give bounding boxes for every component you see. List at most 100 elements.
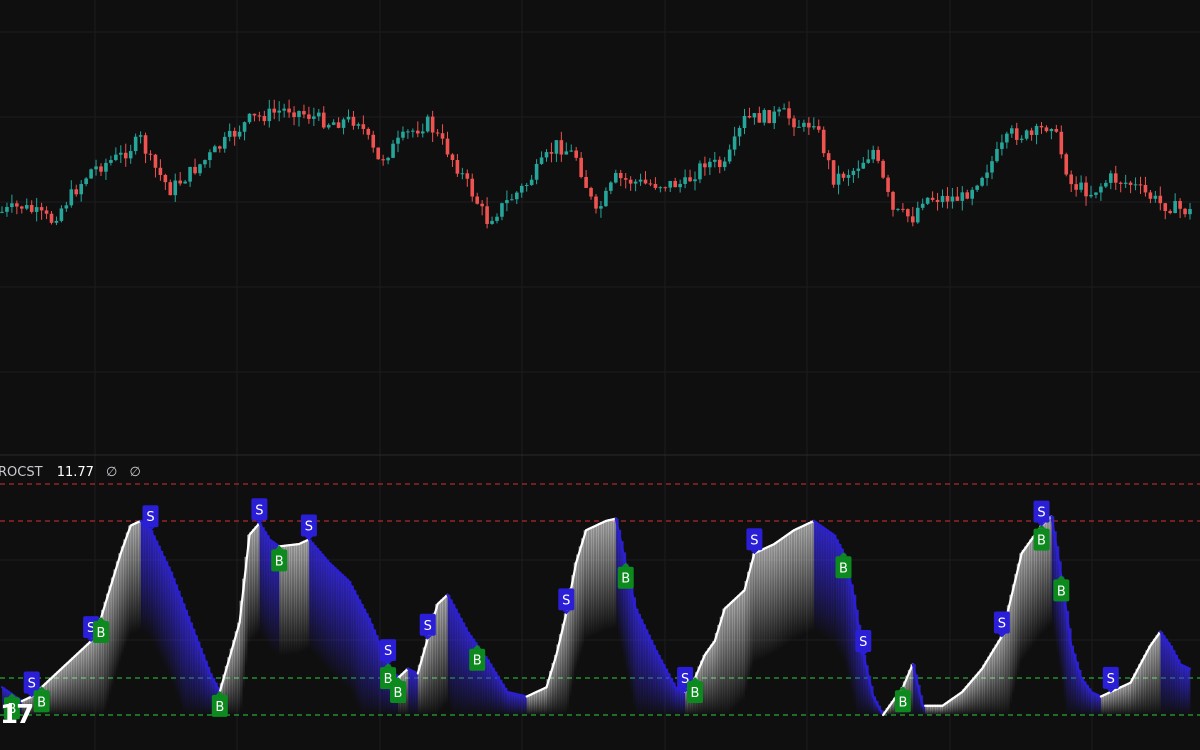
osc-fill <box>459 617 463 715</box>
osc-fill <box>1011 584 1015 695</box>
osc-fill <box>462 622 466 715</box>
candle-body <box>346 116 351 120</box>
candle-body <box>713 159 717 162</box>
osc-fill <box>1001 626 1005 715</box>
candle-body <box>218 146 222 149</box>
candle-body <box>277 110 281 113</box>
osc-fill <box>1024 546 1028 657</box>
candle-body <box>589 187 593 197</box>
osc-fill <box>816 522 820 633</box>
osc-fill <box>744 581 748 692</box>
osc-fill <box>256 523 260 634</box>
osc-fill <box>927 705 931 715</box>
osc-fill <box>115 561 119 672</box>
osc-fill <box>794 529 797 640</box>
candle-body <box>851 170 856 175</box>
osc-fill <box>972 677 976 715</box>
candle-body <box>911 216 915 223</box>
osc-fill <box>103 601 107 712</box>
osc-fill <box>992 648 995 715</box>
osc-fill <box>628 574 632 685</box>
osc-fill <box>464 627 468 715</box>
candle-body <box>975 185 979 190</box>
candle-body <box>618 172 623 179</box>
candle-body <box>906 209 910 217</box>
candle-body <box>356 124 361 126</box>
candle-body <box>10 203 14 208</box>
candle-body <box>307 114 311 119</box>
osc-fill <box>588 527 592 638</box>
candle-body <box>15 203 19 207</box>
candle-body <box>1118 182 1123 184</box>
osc-fill <box>677 688 681 715</box>
osc-fill <box>994 644 998 715</box>
osc-fill <box>586 529 589 640</box>
osc-fill <box>105 593 109 704</box>
osc-fill <box>798 526 802 637</box>
osc-fill <box>593 525 597 636</box>
osc-fill <box>1135 668 1139 715</box>
candle-body <box>242 122 247 132</box>
osc-fill <box>407 668 411 715</box>
candle-body <box>1000 142 1004 149</box>
osc-fill <box>447 594 451 705</box>
osc-fill <box>1155 635 1159 715</box>
candle-body <box>119 152 123 155</box>
osc-fill <box>982 664 985 715</box>
osc-fill <box>1031 535 1035 646</box>
osc-fill <box>358 599 362 710</box>
osc-fill <box>1029 539 1032 650</box>
osc-fill <box>979 668 983 715</box>
osc-fill <box>175 584 179 695</box>
candle-body <box>1153 195 1158 199</box>
candle-body <box>1044 127 1049 132</box>
svg-text:S: S <box>1107 672 1115 687</box>
candle-body <box>317 112 321 117</box>
osc-fill <box>123 539 127 650</box>
candle-body <box>1183 208 1187 215</box>
candle-body <box>366 128 371 135</box>
osc-fill <box>170 571 174 682</box>
osc-fill <box>1175 654 1179 715</box>
candle-body <box>59 208 64 221</box>
osc-fill <box>531 693 535 715</box>
candle-body <box>0 211 4 213</box>
candle-body <box>920 203 925 208</box>
candle-body <box>693 179 697 182</box>
osc-fill <box>336 569 339 680</box>
candle-body <box>752 113 757 118</box>
osc-fill <box>86 643 90 715</box>
osc-fill <box>1140 659 1144 715</box>
candle-body <box>831 160 836 185</box>
osc-fill <box>148 527 151 638</box>
osc-fill <box>445 594 448 705</box>
osc-fill <box>600 522 604 633</box>
candle-body <box>683 177 687 184</box>
svg-text:B: B <box>839 561 848 576</box>
indicator-name[interactable]: ROCST <box>0 465 43 480</box>
osc-fill <box>771 544 775 655</box>
osc-fill <box>323 556 327 667</box>
osc-fill <box>1009 594 1013 705</box>
osc-fill <box>529 694 533 715</box>
candle-body <box>406 131 410 133</box>
svg-text:S: S <box>859 635 867 650</box>
osc-fill <box>831 533 834 644</box>
indicator-legend[interactable]: ROCST 11.77 ∅ ∅ <box>0 465 141 480</box>
osc-fill <box>796 527 800 638</box>
trading-chart[interactable]: BSBS BSBSBSSBBSBSBSBSBSBSBSBS <box>0 0 1200 750</box>
candle-body <box>168 182 173 196</box>
candle-body <box>1024 130 1029 139</box>
osc-fill <box>296 544 300 655</box>
osc-fill <box>487 659 490 715</box>
candlestick-series[interactable] <box>0 99 1192 229</box>
candle-body <box>970 189 974 199</box>
candle-body <box>594 196 598 209</box>
tradingview-logo[interactable]: 17 <box>0 700 34 730</box>
osc-fill <box>754 552 758 663</box>
candle-body <box>1005 133 1009 143</box>
candle-body <box>915 207 920 223</box>
candle-body <box>24 205 29 209</box>
candle-body <box>287 108 291 113</box>
candle-body <box>143 135 148 154</box>
